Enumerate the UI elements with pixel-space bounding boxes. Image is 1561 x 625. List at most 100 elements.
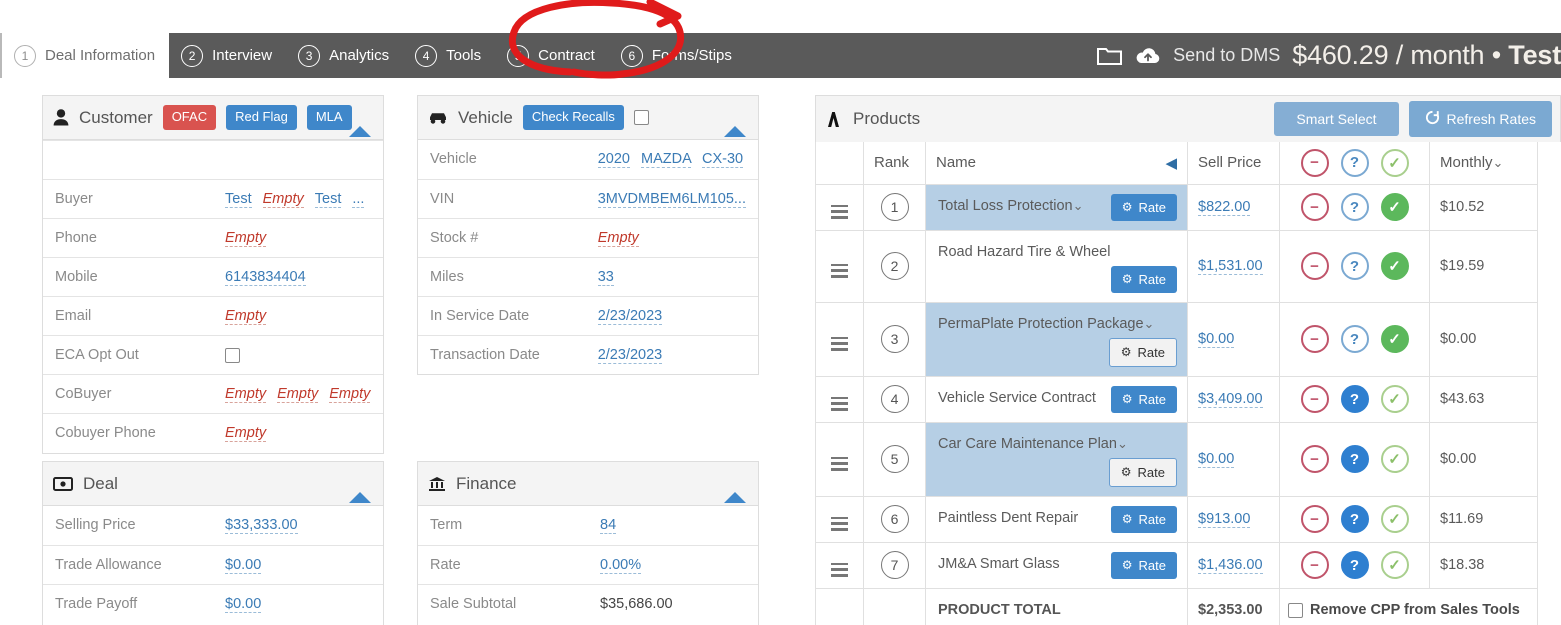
product-expand-chevron-icon[interactable]: ⌄	[1073, 198, 1084, 213]
decline-minus-circle-icon[interactable]: −	[1300, 505, 1329, 533]
decline-minus-circle-icon[interactable]: −	[1300, 385, 1329, 413]
decline-minus-circle-icon[interactable]: −	[1300, 445, 1329, 473]
question-circle-icon[interactable]: ?	[1340, 148, 1369, 177]
rate-button[interactable]: ⚙ Rate	[1110, 505, 1177, 533]
customer-collapse-caret-icon[interactable]	[349, 126, 371, 137]
tab-analytics[interactable]: 3 Analytics	[286, 33, 403, 78]
drag-handle-icon[interactable]	[831, 516, 848, 531]
rate-button[interactable]: ⚙ Rate	[1110, 385, 1177, 413]
in-service-date-value[interactable]: 2/23/2023	[597, 307, 663, 325]
product-name-text[interactable]: Road Hazard Tire & Wheel	[938, 240, 1177, 260]
vehicle-make[interactable]: MAZDA	[641, 151, 691, 169]
mla-button[interactable]: MLA	[306, 105, 352, 130]
tab-interview[interactable]: 2 Interview	[169, 33, 286, 78]
eca-opt-out-checkbox[interactable]	[225, 347, 240, 363]
selling-price-value[interactable]: $33,333.00	[225, 517, 298, 535]
decline-minus-circle-icon[interactable]: −	[1300, 193, 1329, 221]
decline-minus-circle-icon[interactable]: −	[1300, 551, 1329, 579]
cobuyer-phone-value[interactable]: Empty	[225, 425, 267, 443]
vin-value[interactable]: 3MVDMBEM6LM105...	[597, 190, 746, 208]
drag-handle-icon[interactable]	[831, 396, 848, 411]
rate-button[interactable]: ⚙ Rate	[1108, 337, 1177, 367]
rate-button[interactable]: ⚙ Rate	[1110, 551, 1177, 579]
rate-button[interactable]: ⚙ Rate	[1110, 193, 1177, 221]
buyer-more[interactable]: ...	[352, 191, 365, 208]
tab-tools[interactable]: 4 Tools	[403, 33, 495, 78]
check-recalls-button[interactable]: Check Recalls	[522, 105, 624, 130]
column-sell-price[interactable]: Sell Price	[1187, 142, 1280, 185]
sell-price-value[interactable]: $0.00	[1198, 451, 1235, 468]
deal-collapse-caret-icon[interactable]	[349, 492, 371, 503]
undecided-question-circle-icon[interactable]: ?	[1340, 193, 1369, 221]
smart-select-button[interactable]: Smart Select	[1274, 102, 1399, 136]
accept-check-circle-icon[interactable]: ✓	[1380, 551, 1409, 579]
vehicle-model[interactable]: CX-30	[702, 151, 744, 169]
drag-handle-icon[interactable]	[831, 336, 848, 351]
tab-contract[interactable]: 5 Contract	[495, 33, 609, 78]
drag-handle-icon[interactable]	[831, 456, 848, 471]
cobuyer-middle-name[interactable]: Empty	[277, 386, 319, 403]
send-to-dms-label[interactable]: Send to DMS	[1173, 45, 1280, 66]
cobuyer-first-name[interactable]: Empty	[225, 386, 267, 403]
undecided-question-circle-icon[interactable]: ?	[1340, 325, 1369, 353]
minus-circle-icon[interactable]: −	[1300, 148, 1329, 177]
drag-handle-icon[interactable]	[831, 263, 848, 278]
folder-icon[interactable]	[1097, 46, 1123, 66]
column-rank[interactable]: Rank	[863, 142, 926, 185]
tab-deal-information[interactable]: 1 Deal Information	[0, 33, 170, 78]
product-name-text[interactable]: Paintless Dent Repair	[938, 506, 1101, 526]
email-value[interactable]: Empty	[225, 308, 267, 325]
rate-button[interactable]: ⚙ Rate	[1108, 457, 1177, 487]
remove-cpp-group[interactable]: Remove CPP from Sales Tools	[1280, 602, 1537, 618]
remove-cpp-checkbox[interactable]	[1288, 602, 1303, 618]
drag-handle-icon[interactable]	[831, 204, 848, 219]
sell-price-value[interactable]: $0.00	[1198, 331, 1235, 348]
transaction-date-value[interactable]: 2/23/2023	[597, 346, 663, 364]
undecided-question-circle-icon[interactable]: ?	[1340, 445, 1369, 473]
tab-forms-stips[interactable]: 6 Forms/Stips	[609, 33, 746, 78]
accept-check-circle-icon[interactable]: ✓	[1380, 193, 1409, 221]
check-circle-icon[interactable]: ✓	[1380, 148, 1409, 177]
product-name-text[interactable]: Car Care Maintenance Plan⌄	[938, 432, 1177, 452]
sell-price-value[interactable]: $1,531.00	[1198, 258, 1263, 275]
buyer-middle-name[interactable]: Empty	[262, 191, 304, 208]
accept-check-circle-icon[interactable]: ✓	[1380, 445, 1409, 473]
decline-minus-circle-icon[interactable]: −	[1300, 252, 1329, 280]
accept-check-circle-icon[interactable]: ✓	[1380, 325, 1409, 353]
buyer-last-name[interactable]: Test	[314, 191, 342, 208]
column-name[interactable]: Name ◀	[925, 142, 1188, 185]
double-chevron-down-icon[interactable]: ⌄	[1493, 155, 1504, 170]
trade-allowance-value[interactable]: $0.00	[225, 556, 262, 574]
ofac-button[interactable]: OFAC	[162, 105, 217, 130]
sell-price-value[interactable]: $913.00	[1198, 511, 1251, 528]
undecided-question-circle-icon[interactable]: ?	[1340, 252, 1369, 280]
rate-button[interactable]: ⚙ Rate	[1110, 265, 1177, 293]
scroll-left-icon[interactable]: ◀	[1165, 154, 1177, 172]
undecided-question-circle-icon[interactable]: ?	[1340, 385, 1369, 413]
refresh-rates-button[interactable]: Refresh Rates	[1408, 101, 1552, 137]
finance-collapse-caret-icon[interactable]	[724, 492, 746, 503]
recalls-checkbox[interactable]	[633, 110, 649, 125]
product-name-text[interactable]: Vehicle Service Contract	[938, 386, 1101, 406]
accept-check-circle-icon[interactable]: ✓	[1380, 505, 1409, 533]
mobile-value[interactable]: 6143834404	[225, 269, 306, 286]
term-value[interactable]: 84	[600, 517, 617, 535]
product-name-text[interactable]: PermaPlate Protection Package⌄	[938, 312, 1177, 332]
product-name-text[interactable]: Total Loss Protection⌄	[938, 194, 1101, 214]
cobuyer-last-name[interactable]: Empty	[329, 386, 371, 403]
cloud-upload-icon[interactable]	[1135, 46, 1161, 66]
undecided-question-circle-icon[interactable]: ?	[1340, 551, 1369, 579]
decline-minus-circle-icon[interactable]: −	[1300, 325, 1329, 353]
stock-number-value[interactable]: Empty	[597, 229, 639, 247]
drag-handle-icon[interactable]	[831, 562, 848, 577]
undecided-question-circle-icon[interactable]: ?	[1340, 505, 1369, 533]
sell-price-value[interactable]: $1,436.00	[1198, 557, 1263, 574]
sell-price-value[interactable]: $822.00	[1198, 199, 1251, 216]
column-monthly[interactable]: Monthly⌄	[1429, 142, 1538, 185]
vehicle-year[interactable]: 2020	[597, 151, 630, 169]
trade-payoff-value[interactable]: $0.00	[225, 595, 262, 613]
miles-value[interactable]: 33	[597, 268, 614, 286]
phone-value[interactable]: Empty	[225, 230, 267, 247]
vehicle-collapse-caret-icon[interactable]	[724, 126, 746, 137]
product-expand-chevron-icon[interactable]: ⌄	[1144, 316, 1155, 331]
